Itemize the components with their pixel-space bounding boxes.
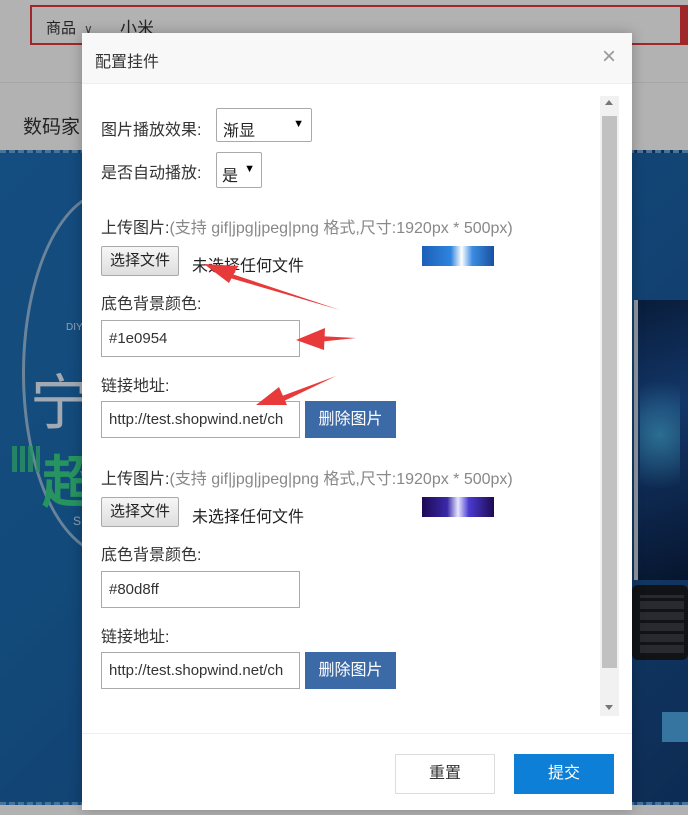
- dialog-footer: 重置 提交: [82, 733, 632, 811]
- upload-image-hint: (支持 gif|jpg|jpeg|png 格式,尺寸:1920px * 500p…: [169, 220, 513, 237]
- choose-file-button[interactable]: 选择文件: [101, 497, 180, 527]
- effect-label: 图片播放效果:: [101, 122, 202, 139]
- link-label: 链接地址:: [101, 629, 170, 646]
- file-status: 未选择任何文件: [192, 509, 305, 526]
- upload-image-label: 上传图片:(支持 gif|jpg|jpeg|png 格式,尺寸:1920px *…: [101, 220, 513, 237]
- link-input[interactable]: http://test.shopwind.net/ch: [101, 652, 300, 689]
- image-thumbnail: [422, 497, 494, 517]
- config-widget-dialog: 配置挂件 × 图片播放效果: 渐显 ▼ 是否自动播放: 是 ▼ 上传图片:(支持…: [82, 33, 632, 810]
- choose-file-button[interactable]: 选择文件: [101, 246, 180, 276]
- dropdown-arrow-icon: ▼: [244, 163, 255, 175]
- dropdown-arrow-icon: ▼: [293, 118, 304, 130]
- submit-button[interactable]: 提交: [514, 754, 614, 794]
- file-status: 未选择任何文件: [192, 258, 305, 275]
- bgcolor-input[interactable]: #1e0954: [101, 320, 300, 357]
- link-label: 链接地址:: [101, 378, 170, 395]
- autoplay-select-value: 是: [222, 168, 239, 185]
- close-icon[interactable]: ×: [602, 45, 616, 69]
- upload-image-label: 上传图片:(支持 gif|jpg|jpeg|png 格式,尺寸:1920px *…: [101, 471, 513, 488]
- bgcolor-input[interactable]: #80d8ff: [101, 571, 300, 608]
- effect-select-value: 渐显: [223, 123, 256, 140]
- scroll-up-icon[interactable]: [605, 100, 613, 105]
- autoplay-label: 是否自动播放:: [101, 165, 202, 182]
- link-input[interactable]: http://test.shopwind.net/ch: [101, 401, 300, 438]
- delete-image-button[interactable]: 删除图片: [305, 401, 396, 438]
- scrollbar-thumb[interactable]: [602, 116, 617, 668]
- dialog-scrollbar[interactable]: [600, 96, 619, 716]
- reset-button[interactable]: 重置: [395, 754, 495, 794]
- effect-select[interactable]: 渐显 ▼: [216, 108, 312, 142]
- dialog-header: 配置挂件 ×: [82, 33, 632, 84]
- image-thumbnail: [422, 246, 494, 266]
- bgcolor-label: 底色背景颜色:: [101, 547, 202, 564]
- delete-image-button[interactable]: 删除图片: [305, 652, 396, 689]
- autoplay-select[interactable]: 是 ▼: [216, 152, 262, 188]
- upload-image-hint: (支持 gif|jpg|jpeg|png 格式,尺寸:1920px * 500p…: [169, 471, 513, 488]
- bgcolor-label: 底色背景颜色:: [101, 296, 202, 313]
- dialog-title: 配置挂件: [95, 54, 160, 71]
- dialog-body: 图片播放效果: 渐显 ▼ 是否自动播放: 是 ▼ 上传图片:(支持 gif|jp…: [82, 93, 632, 753]
- scroll-down-icon[interactable]: [605, 705, 613, 710]
